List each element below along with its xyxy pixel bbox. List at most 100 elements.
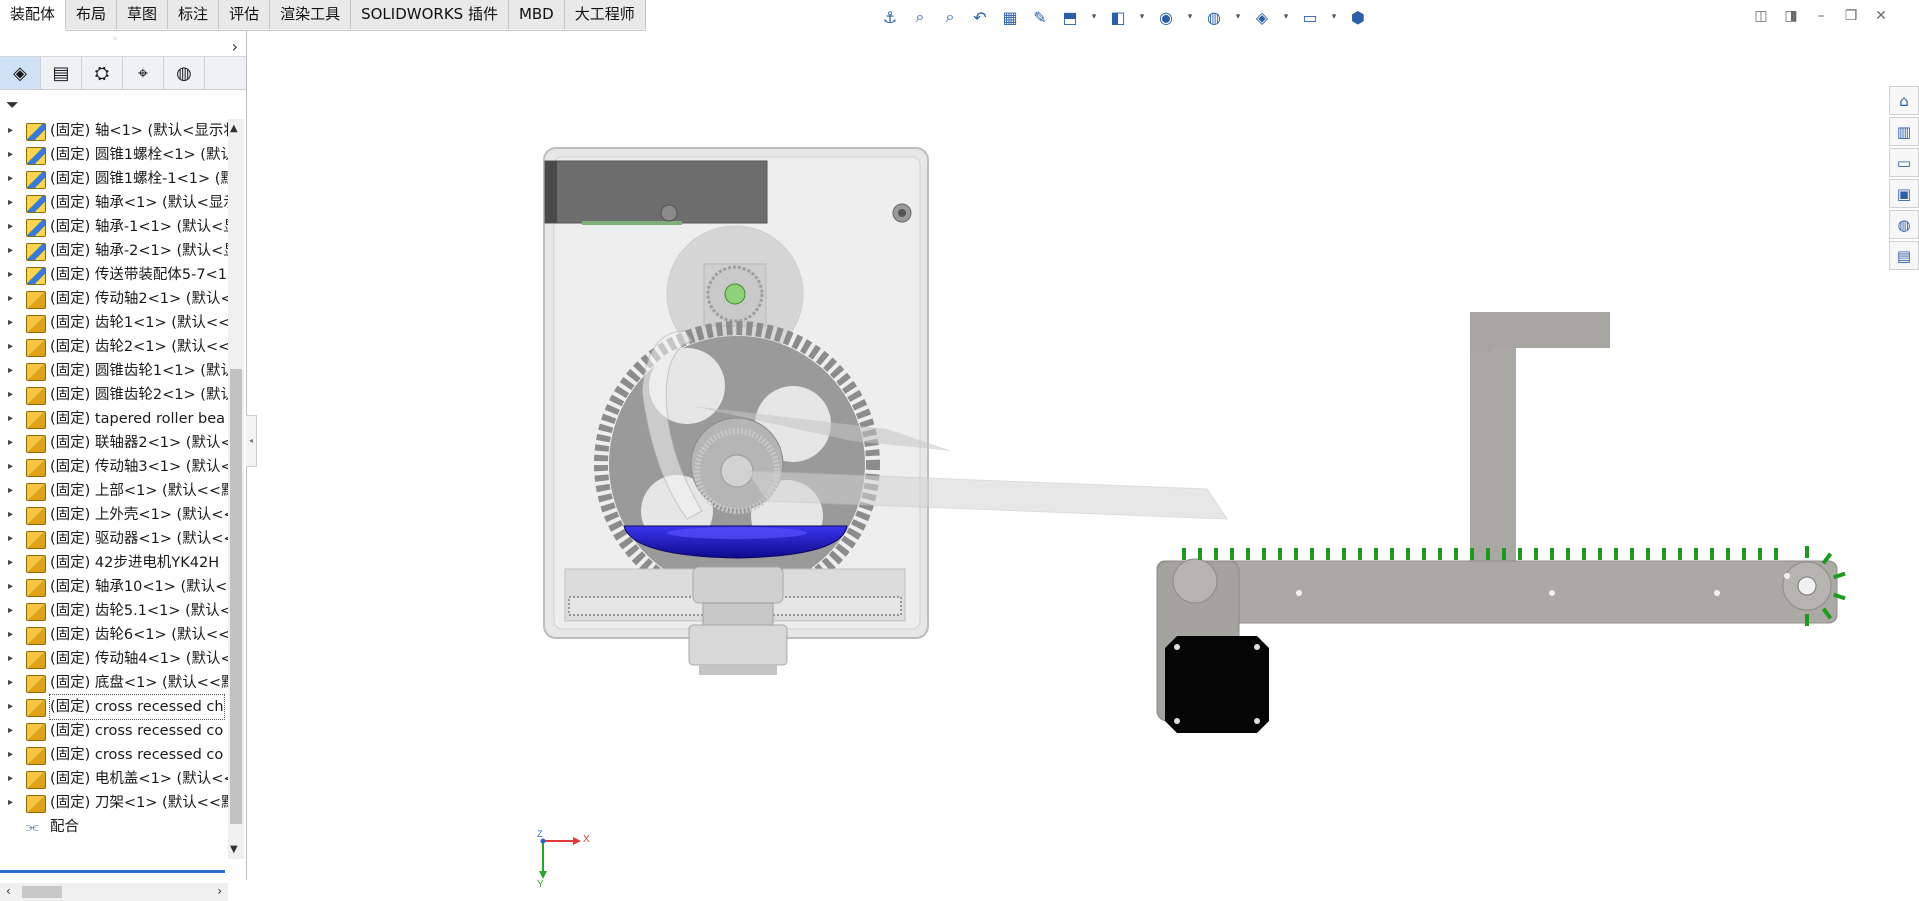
tree-item[interactable]: ▸ (固定) 轴承-1<1> (默认<显: [0, 215, 228, 239]
expand-arrow-icon[interactable]: ▸: [8, 191, 13, 215]
expand-arrow-icon[interactable]: ▸: [8, 791, 13, 815]
tree-item[interactable]: ▸ (固定) 驱动器<1> (默认<<: [0, 527, 228, 551]
tab-2[interactable]: 草图: [117, 0, 169, 29]
custom-properties-icon[interactable]: ▤: [1889, 241, 1919, 270]
restore-icon[interactable]: ❐: [1841, 6, 1861, 26]
tree-item[interactable]: ▸ (固定) 齿轮2<1> (默认<<: [0, 335, 228, 359]
expand-arrow-icon[interactable]: ▸: [8, 431, 13, 455]
realview-icon[interactable]: ⬢: [1346, 5, 1370, 29]
stepper-motor[interactable]: [1165, 636, 1269, 733]
tree-item[interactable]: ▸ (固定) 圆锥1螺栓-1<1> (默: [0, 167, 228, 191]
view-settings-icon[interactable]: ▭: [1298, 5, 1322, 29]
appearances-icon[interactable]: ◍: [1889, 210, 1919, 239]
tree-item[interactable]: ▸ (固定) cross recessed co: [0, 719, 228, 743]
expand-arrow-icon[interactable]: ▸: [8, 119, 13, 143]
expand-arrow-icon[interactable]: ▸: [8, 767, 13, 791]
dynamic-annotation-icon[interactable]: ✎: [1028, 5, 1052, 29]
tab-6[interactable]: SOLIDWORKS 插件: [351, 0, 509, 29]
tree-item[interactable]: ▸ (固定) 传动轴3<1> (默认<: [0, 455, 228, 479]
dropdown-arrow-icon[interactable]: ▾: [1232, 5, 1244, 29]
configuration-manager-icon[interactable]: ⛭: [82, 57, 123, 89]
dropdown-arrow-icon[interactable]: ▾: [1280, 5, 1292, 29]
tree-item[interactable]: ⫘ 配合: [0, 815, 228, 839]
chevron-right-icon[interactable]: ›: [232, 37, 238, 56]
expand-arrow-icon[interactable]: ▸: [8, 239, 13, 263]
tree-item[interactable]: ▸ (固定) 轴承-2<1> (默认<显: [0, 239, 228, 263]
tree-item[interactable]: ▸ (固定) 圆锥齿轮2<1> (默认: [0, 383, 228, 407]
scroll-up-icon[interactable]: ▲: [230, 123, 238, 134]
panel-grip-icon[interactable]: ◦: [112, 34, 118, 45]
tree-item[interactable]: ▸ (固定) 轴<1> (默认<显示状: [0, 119, 228, 143]
tab-3[interactable]: 标注: [168, 0, 220, 29]
tree-item[interactable]: ▸ (固定) 轴承<1> (默认<显示: [0, 191, 228, 215]
expand-arrow-icon[interactable]: ▸: [8, 599, 13, 623]
expand-arrow-icon[interactable]: ▸: [8, 575, 13, 599]
tree-horizontal-scrollbar[interactable]: ‹ ›: [0, 883, 228, 901]
tree-item[interactable]: ▸ (固定) cross recessed co: [0, 743, 228, 767]
lower-gear[interactable]: [564, 566, 906, 675]
section-view-icon[interactable]: ▦: [998, 5, 1022, 29]
expand-arrow-icon[interactable]: ▸: [8, 455, 13, 479]
expand-arrow-icon[interactable]: ▸: [8, 671, 13, 695]
tree-item[interactable]: ▸ (固定) 上外壳<1> (默认<<: [0, 503, 228, 527]
edit-appearance-icon[interactable]: ◍: [1202, 5, 1226, 29]
tree-vertical-scrollbar[interactable]: ▲ ▼: [228, 119, 244, 859]
hide-show-icon[interactable]: ◉: [1154, 5, 1178, 29]
tree-item[interactable]: ▸ (固定) 轴承10<1> (默认<<: [0, 575, 228, 599]
filter-icon[interactable]: ⏷: [6, 95, 19, 115]
apply-scene-icon[interactable]: ◈: [1250, 5, 1274, 29]
file-explorer-icon[interactable]: ▭: [1889, 148, 1919, 177]
tree-item[interactable]: ▸ (固定) 齿轮6<1> (默认<<: [0, 623, 228, 647]
tree-item[interactable]: ▸ (固定) 圆锥1螺栓<1> (默认: [0, 143, 228, 167]
tab-0[interactable]: 装配体: [0, 0, 67, 31]
expand-arrow-icon[interactable]: ▸: [8, 311, 13, 335]
tree-item[interactable]: ▸ (固定) 联轴器2<1> (默认<: [0, 431, 228, 455]
tree-item[interactable]: ▸ (固定) tapered roller bea: [0, 407, 228, 431]
dropdown-arrow-icon[interactable]: ▾: [1328, 5, 1340, 29]
dimxpert-icon[interactable]: ⌖: [123, 57, 164, 89]
tree-item[interactable]: ▸ (固定) 电机盖<1> (默认<<: [0, 767, 228, 791]
expand-arrow-icon[interactable]: ▸: [8, 287, 13, 311]
close-icon[interactable]: ✕: [1871, 6, 1891, 26]
tab-8[interactable]: 大工程师: [564, 0, 646, 29]
scrollbar-thumb[interactable]: [22, 886, 62, 898]
anchor-icon[interactable]: ⚓: [878, 5, 902, 29]
tree-item[interactable]: ▸ (固定) cross recessed ch: [0, 694, 228, 720]
assembly-model-view[interactable]: [247, 31, 1887, 880]
tree-item[interactable]: ▸ (固定) 传动轴4<1> (默认<: [0, 647, 228, 671]
tree-item[interactable]: ▸ (固定) 齿轮5.1<1> (默认<: [0, 599, 228, 623]
restore-right-icon[interactable]: ◨: [1781, 6, 1801, 26]
expand-arrow-icon[interactable]: ▸: [8, 527, 13, 551]
tab-4[interactable]: 评估: [219, 0, 271, 29]
restore-left-icon[interactable]: ◫: [1751, 6, 1771, 26]
view-orientation-icon[interactable]: ⬒: [1058, 5, 1082, 29]
expand-arrow-icon[interactable]: ▸: [8, 695, 13, 719]
solidworks-resources-icon[interactable]: ⌂: [1889, 86, 1919, 115]
tab-1[interactable]: 布局: [66, 0, 118, 29]
dropdown-arrow-icon[interactable]: ▾: [1088, 5, 1100, 29]
dropdown-arrow-icon[interactable]: ▾: [1184, 5, 1196, 29]
expand-arrow-icon[interactable]: ▸: [8, 215, 13, 239]
scrollbar-thumb[interactable]: [230, 369, 242, 824]
tab-5[interactable]: 渲染工具: [270, 0, 352, 29]
tree-item[interactable]: ▸ (固定) 42步进电机YK42H: [0, 551, 228, 575]
expand-arrow-icon[interactable]: ▸: [8, 335, 13, 359]
expand-arrow-icon[interactable]: ▸: [8, 263, 13, 287]
previous-view-icon[interactable]: ↶: [968, 5, 992, 29]
display-style-icon[interactable]: ◧: [1106, 5, 1130, 29]
expand-arrow-icon[interactable]: ▸: [8, 623, 13, 647]
expand-arrow-icon[interactable]: ▸: [8, 551, 13, 575]
expand-arrow-icon[interactable]: ▸: [8, 647, 13, 671]
graphics-area[interactable]: X Y Z: [247, 31, 1887, 889]
tab-7[interactable]: MBD: [508, 0, 565, 29]
expand-arrow-icon[interactable]: ▸: [8, 167, 13, 191]
minimize-icon[interactable]: –: [1811, 6, 1831, 26]
expand-arrow-icon[interactable]: ▸: [8, 479, 13, 503]
tree-item[interactable]: ▸ (固定) 上部<1> (默认<<默: [0, 479, 228, 503]
expand-arrow-icon[interactable]: ▸: [8, 719, 13, 743]
zoom-to-fit-icon[interactable]: ⌕: [908, 5, 932, 29]
scroll-down-icon[interactable]: ▼: [230, 844, 238, 855]
tree-item[interactable]: ▸ (固定) 底盘<1> (默认<<默: [0, 671, 228, 695]
tree-item[interactable]: ▸ (固定) 圆锥齿轮1<1> (默认: [0, 359, 228, 383]
display-manager-icon[interactable]: ◍: [164, 57, 205, 89]
